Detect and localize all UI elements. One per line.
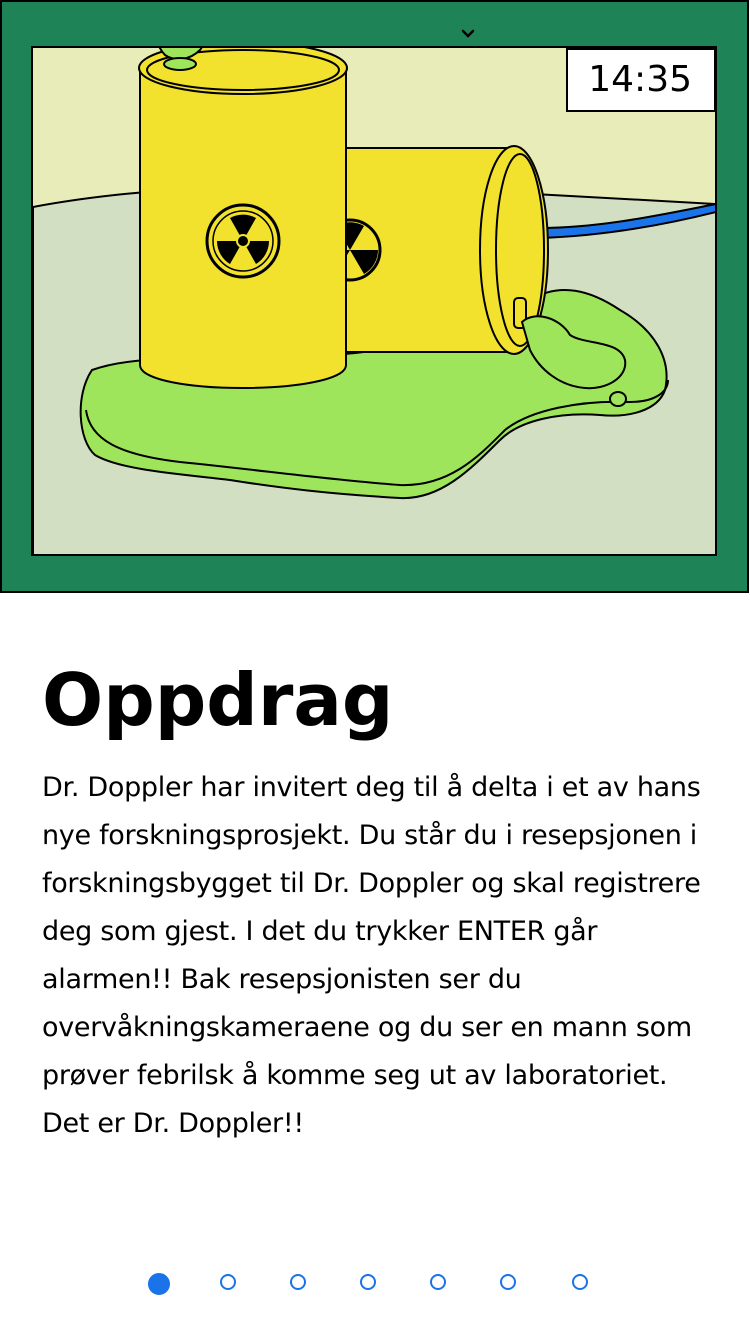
- page-dot-6[interactable]: [500, 1274, 516, 1290]
- pagination-dots: [148, 1273, 608, 1298]
- story-text: Dr. Doppler har invitert deg til å delta…: [42, 772, 701, 1139]
- page-title: Oppdrag: [42, 658, 394, 742]
- page-dot-4[interactable]: [360, 1274, 376, 1290]
- standing-barrel: [138, 48, 348, 390]
- scene-illustration: 14:35: [0, 0, 750, 594]
- page-dot-7[interactable]: [572, 1274, 588, 1290]
- clock-display: 14:35: [566, 48, 716, 112]
- page-dot-2[interactable]: [220, 1274, 236, 1290]
- chevron-down-icon[interactable]: [458, 26, 478, 40]
- page-dot-1[interactable]: [148, 1273, 170, 1295]
- clock-time: 14:35: [588, 59, 692, 100]
- page-dot-3[interactable]: [290, 1274, 306, 1290]
- page-dot-5[interactable]: [430, 1274, 446, 1290]
